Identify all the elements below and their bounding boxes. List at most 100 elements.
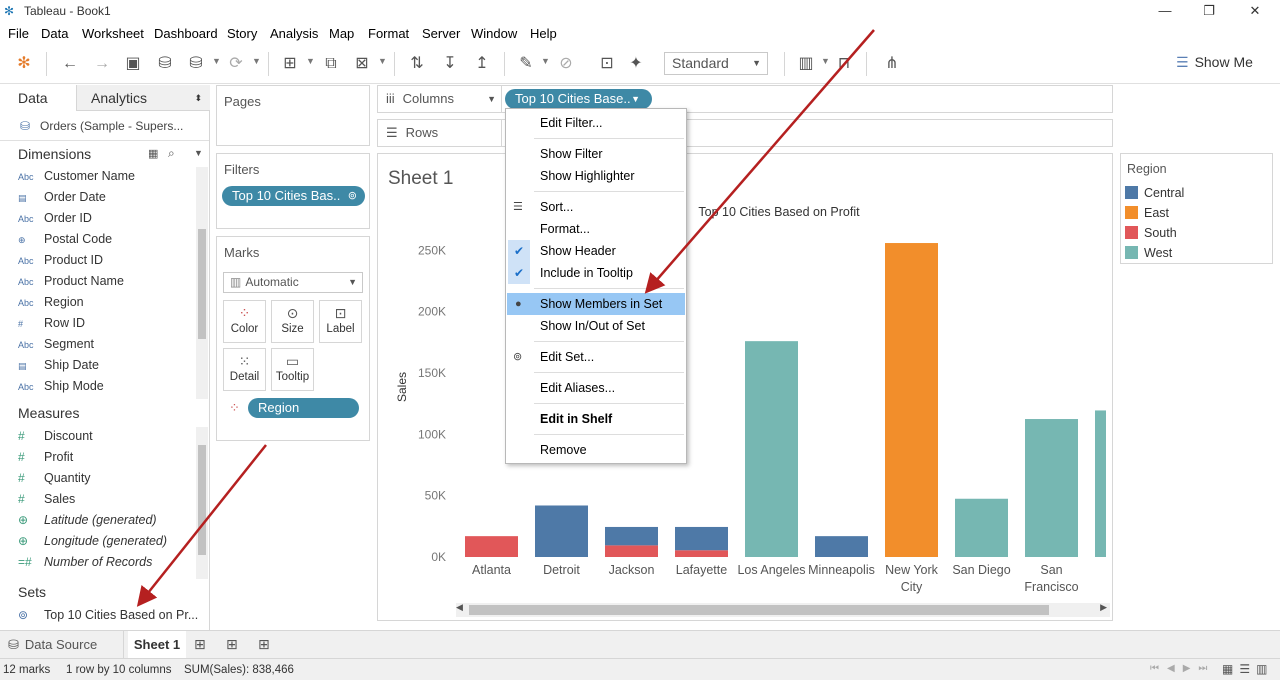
dimension-field[interactable]: Abc Product ID bbox=[18, 250, 103, 271]
new-data-source-icon[interactable]: ⛁ bbox=[155, 54, 175, 74]
menu-server[interactable]: Server bbox=[422, 26, 460, 41]
menu-item[interactable]: ● Show Members in Set bbox=[507, 293, 685, 315]
sort-descending-icon[interactable]: ↥ bbox=[472, 54, 492, 74]
dimension-field[interactable]: Abc Customer Name bbox=[18, 166, 135, 187]
chevron-down-icon[interactable]: ▼ bbox=[378, 56, 387, 66]
bar-central[interactable] bbox=[675, 526, 728, 551]
menu-data[interactable]: Data bbox=[41, 26, 68, 41]
columns-shelf[interactable]: iii Columns ▼ Top 10 Cities Base.. ▼ bbox=[377, 85, 1113, 113]
group-members-icon[interactable]: ⊘ bbox=[556, 54, 576, 74]
set-item[interactable]: ⊚ Top 10 Cities Based on Pr... bbox=[18, 605, 198, 626]
menu-file[interactable]: File bbox=[8, 26, 29, 41]
close-button[interactable]: ✕ bbox=[1240, 2, 1270, 20]
clear-sheet-icon[interactable]: ⊠ bbox=[352, 54, 372, 74]
menu-item[interactable]: Format... bbox=[507, 218, 685, 240]
show-cards-icon[interactable]: ▥ bbox=[796, 54, 816, 74]
new-story-icon[interactable]: ⊞ bbox=[258, 636, 270, 653]
region-color-pill[interactable]: Region bbox=[248, 398, 359, 418]
refresh-icon[interactable]: ⟳ bbox=[226, 54, 246, 74]
tab-data[interactable]: Data bbox=[0, 85, 76, 111]
dimension-field[interactable]: Abc Segment bbox=[18, 334, 94, 355]
bar-east[interactable] bbox=[885, 243, 938, 558]
menu-dashboard[interactable]: Dashboard bbox=[154, 26, 218, 41]
detail-button[interactable]: ⁙ Detail bbox=[223, 348, 266, 391]
pages-card[interactable]: Pages bbox=[216, 85, 370, 146]
show-mark-labels-icon[interactable]: ⊡ bbox=[597, 54, 617, 74]
show-me-button[interactable]: ☰ Show Me bbox=[1176, 54, 1253, 71]
menu-item[interactable]: ☰ Sort... bbox=[507, 196, 685, 218]
chevron-down-icon[interactable]: ▼ bbox=[821, 56, 830, 66]
scrollbar-thumb[interactable] bbox=[469, 605, 1049, 615]
legend-item[interactable]: West bbox=[1125, 245, 1172, 261]
menu-item[interactable]: ⊚ Edit Set... bbox=[507, 346, 685, 368]
highlight-icon[interactable]: ✎ bbox=[516, 54, 536, 74]
bar-west[interactable] bbox=[955, 498, 1008, 557]
menu-item[interactable]: Show Highlighter bbox=[507, 165, 685, 187]
restore-button[interactable]: ❐ bbox=[1194, 2, 1224, 20]
dimension-field[interactable]: # Row ID bbox=[18, 313, 85, 334]
dimension-field[interactable]: ▤ Ship Date bbox=[18, 355, 99, 376]
dimension-field[interactable]: Abc Order ID bbox=[18, 208, 92, 229]
color-button[interactable]: ⁘ Color bbox=[223, 300, 266, 343]
menu-item[interactable]: Edit Aliases... bbox=[507, 377, 685, 399]
menu-window[interactable]: Window bbox=[471, 26, 517, 41]
menu-worksheet[interactable]: Worksheet bbox=[82, 26, 144, 41]
tab-analytics[interactable]: Analytics ⬍ bbox=[76, 85, 210, 111]
columns-pill[interactable]: Top 10 Cities Base.. ▼ bbox=[505, 89, 652, 109]
measure-field[interactable]: =# Number of Records bbox=[18, 552, 152, 573]
legend-item[interactable]: Central bbox=[1125, 185, 1184, 201]
measure-field[interactable]: ⊕ Latitude (generated) bbox=[18, 510, 157, 531]
menu-story[interactable]: Story bbox=[227, 26, 257, 41]
measure-field[interactable]: ⊕ Longitude (generated) bbox=[18, 531, 167, 552]
redo-icon[interactable]: → bbox=[92, 54, 112, 74]
mark-type-dropdown[interactable]: ▥ Automatic ▼ bbox=[223, 272, 363, 293]
bar-south[interactable] bbox=[605, 545, 658, 557]
bar-central[interactable] bbox=[535, 505, 588, 557]
dimensions-scrollbar[interactable] bbox=[196, 167, 208, 399]
save-icon[interactable]: ▣ bbox=[123, 54, 143, 74]
measure-field[interactable]: # Sales bbox=[18, 489, 75, 510]
presentation-mode-icon[interactable]: ⊓ bbox=[834, 54, 854, 74]
share-icon[interactable]: ⋔ bbox=[882, 54, 902, 74]
menu-map[interactable]: Map bbox=[329, 26, 354, 41]
filter-pill[interactable]: Top 10 Cities Bas.. ⊚ bbox=[222, 186, 365, 206]
menu-item[interactable]: Remove bbox=[507, 439, 685, 461]
chevron-down-icon[interactable]: ▼ bbox=[212, 56, 221, 66]
tab-data-source[interactable]: ⛁ Data Source bbox=[0, 631, 124, 658]
rows-shelf[interactable]: ☰ Rows bbox=[377, 119, 1113, 147]
fit-dropdown[interactable]: Standard ▼ bbox=[664, 52, 768, 75]
datasource-item[interactable]: ⛁ Orders (Sample - Supers... bbox=[0, 111, 209, 141]
new-dashboard-icon[interactable]: ⊞ bbox=[226, 636, 238, 653]
chevron-down-icon[interactable]: ▼ bbox=[252, 56, 261, 66]
dimension-field[interactable]: Abc Region bbox=[18, 292, 84, 313]
measure-field[interactable]: # Profit bbox=[18, 447, 73, 468]
dimension-field[interactable]: ▤ Order Date bbox=[18, 187, 106, 208]
bar-south[interactable] bbox=[675, 550, 728, 557]
menu-item[interactable]: Edit Filter... bbox=[507, 112, 685, 134]
horizontal-scrollbar[interactable]: ◀ ▶ bbox=[456, 602, 1110, 617]
tab-navigation-icon[interactable]: ⏮◀▶⏭ bbox=[1150, 663, 1215, 674]
new-worksheet-icon[interactable]: ⊞ bbox=[194, 636, 206, 653]
duplicate-sheet-icon[interactable]: ⧉ bbox=[321, 54, 341, 74]
tooltip-button[interactable]: ▭ Tooltip bbox=[271, 348, 314, 391]
tableau-home-icon[interactable]: ✻ bbox=[14, 54, 34, 74]
scrollbar-thumb[interactable] bbox=[198, 445, 206, 555]
sort-ascending-icon[interactable]: ↧ bbox=[440, 54, 460, 74]
new-worksheet-icon[interactable]: ⊞ bbox=[280, 54, 300, 74]
filters-card[interactable]: Filters Top 10 Cities Bas.. ⊚ bbox=[216, 153, 370, 229]
search-icon[interactable]: ⌕ bbox=[168, 146, 175, 161]
view-list-icon[interactable]: ▦ bbox=[148, 147, 158, 160]
menu-format[interactable]: Format bbox=[368, 26, 409, 41]
measures-scrollbar[interactable] bbox=[196, 427, 208, 579]
menu-item[interactable]: Show In/Out of Set bbox=[507, 315, 685, 337]
bar-west[interactable] bbox=[745, 341, 798, 557]
bar-south[interactable] bbox=[465, 536, 518, 557]
scrollbar-thumb[interactable] bbox=[198, 229, 206, 339]
dimension-field[interactable]: Abc Ship Mode bbox=[18, 376, 104, 397]
tab-sheet-1[interactable]: Sheet 1 bbox=[128, 631, 186, 658]
fix-axes-icon[interactable]: ✦ bbox=[626, 54, 646, 74]
scroll-right-icon[interactable]: ▶ bbox=[1100, 602, 1107, 613]
chevron-down-icon[interactable]: ▼ bbox=[306, 56, 315, 66]
size-button[interactable]: ⊙ Size bbox=[271, 300, 314, 343]
measure-field[interactable]: # Quantity bbox=[18, 468, 91, 489]
